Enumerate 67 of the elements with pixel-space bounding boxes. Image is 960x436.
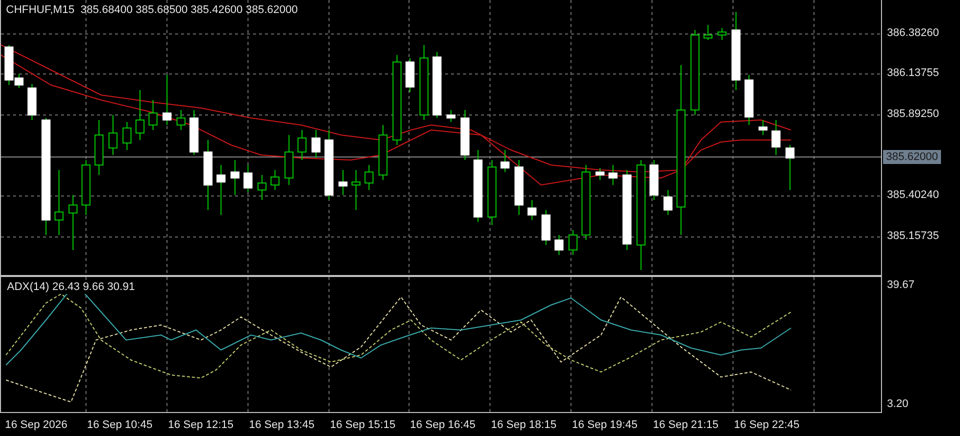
candlestick: [744, 74, 754, 126]
candlestick: [406, 58, 414, 92]
candlestick: [460, 110, 470, 160]
candlestick: [364, 164, 374, 190]
candlestick: [68, 194, 78, 250]
candlestick: [284, 134, 294, 186]
candlestick: [650, 160, 658, 200]
price-label: 386.13755: [887, 67, 939, 80]
time-label: 16 Sep 13:45: [249, 418, 314, 432]
candlestick: [488, 160, 496, 226]
candlestick: [108, 114, 118, 156]
time-label: 16 Sep 10:45: [87, 418, 152, 432]
candlestick: [514, 160, 524, 216]
candlestick: [432, 52, 442, 118]
candlestick: [500, 150, 510, 172]
candlestick: [704, 24, 712, 40]
current-price-label: 385.62000: [883, 150, 941, 164]
candlestick: [608, 164, 618, 186]
candlestick: [664, 190, 672, 216]
candlestick: [352, 170, 360, 210]
indicator-scale-label: 3.20: [887, 397, 910, 411]
candlestick: [244, 164, 252, 192]
candlestick: [568, 230, 578, 256]
candlestick: [378, 124, 388, 180]
candlestick: [82, 160, 90, 216]
candlestick: [94, 120, 104, 176]
price-label: 385.40240: [887, 189, 939, 202]
candlestick: [136, 90, 144, 140]
candlestick: [162, 74, 172, 126]
candlestick: [718, 28, 726, 40]
candlestick: [176, 110, 186, 130]
indicator-scale-label: 39.67: [887, 278, 916, 292]
candlestick: [772, 120, 780, 156]
candlestick: [446, 110, 456, 122]
candlestick: [758, 120, 768, 136]
candlestick: [122, 122, 132, 150]
candlestick: [270, 170, 280, 190]
candlestick: [258, 174, 266, 200]
time-label: 16 Sep 22:45: [734, 418, 800, 432]
time-label: 16 Sep 15:15: [330, 418, 396, 432]
candlestick: [148, 100, 158, 130]
candlestick: [528, 200, 536, 220]
candlestick: [204, 140, 212, 210]
candlestick: [54, 170, 64, 236]
time-label: 16 Sep 19:45: [572, 418, 638, 432]
price-label: 385.89250: [887, 108, 939, 121]
time-label: 16 Sep 21:15: [653, 418, 718, 432]
candlestick: [312, 130, 320, 158]
price-label: 386.38260: [887, 27, 939, 40]
indicator-title: ADX(14) 26.43 9.66 30.91: [7, 280, 135, 294]
candlestick: [786, 144, 794, 190]
candlestick: [298, 130, 306, 160]
candlestick: [190, 110, 198, 156]
candlestick: [216, 164, 226, 216]
time-label: 16 Sep 16:45: [410, 418, 476, 432]
candlestick: [28, 84, 36, 120]
price-label: 385.15735: [887, 230, 939, 243]
chart-header: CHFHUF,M15 385.68400 385.68500 385.42600 385.62000: [6, 3, 298, 17]
candlestick: [542, 210, 550, 246]
candlestick: [596, 168, 604, 180]
time-label: 16 Sep 12:15: [168, 418, 234, 432]
candlestick: [324, 130, 334, 200]
time-label: 16 Sep 2026: [5, 418, 68, 432]
candlestick: [554, 234, 564, 256]
candlestick: [338, 170, 348, 196]
candlestick: [230, 160, 240, 196]
time-label: 16 Sep 18:15: [491, 418, 556, 432]
